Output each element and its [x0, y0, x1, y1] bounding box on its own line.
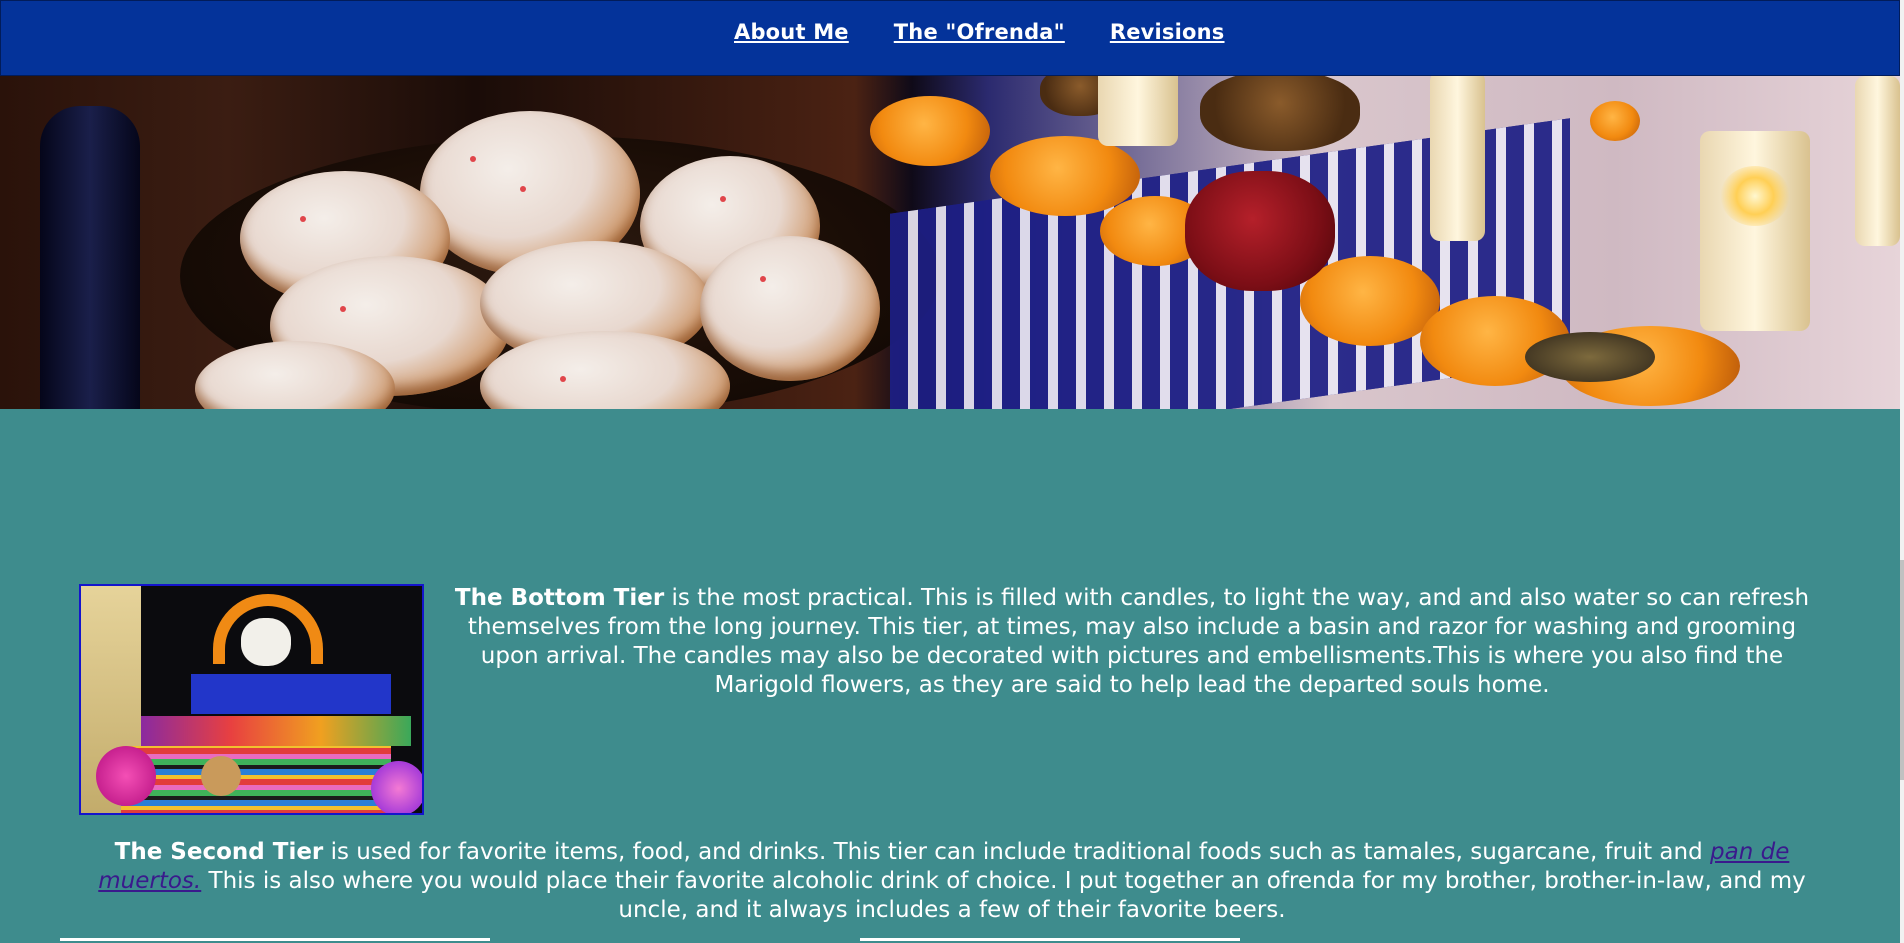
bottle-graphic — [40, 106, 140, 409]
trinket-box-graphic — [1525, 332, 1655, 382]
second-tier-paragraph: The Second Tier is used for favorite ite… — [82, 838, 1822, 925]
bottom-tier-text: is the most practical. This is filled wi… — [467, 585, 1810, 698]
nav-link-revisions[interactable]: Revisions — [1110, 20, 1225, 44]
bottom-strip-segment — [60, 938, 490, 941]
clay-pot-graphic — [1200, 76, 1360, 151]
candle-graphic — [1855, 76, 1900, 246]
bottom-strip-segment — [860, 938, 1240, 941]
photo-serape-cloth — [121, 746, 391, 813]
marigold-graphic — [870, 96, 990, 166]
bread-graphic — [700, 236, 880, 381]
sprinkle-graphic — [520, 186, 526, 192]
nav-links: About Me The "Ofrenda" Revisions — [734, 20, 1225, 44]
candle-flame-graphic — [1720, 166, 1790, 226]
candle-glass-graphic — [1700, 131, 1810, 331]
sprinkle-graphic — [340, 306, 346, 312]
vertical-scrollbar[interactable] — [1900, 0, 1904, 943]
photo-altar-offerings — [141, 716, 411, 746]
scrollbar-thumb[interactable] — [1900, 560, 1904, 780]
bottom-tier-title: The Bottom Tier — [454, 585, 665, 611]
cockscomb-flower-graphic — [1185, 171, 1335, 291]
candle-graphic — [1098, 76, 1178, 146]
second-tier-text-before: is used for favorite items, food, and dr… — [323, 839, 1711, 865]
sprinkle-graphic — [300, 216, 306, 222]
photo-sugar-skull — [241, 618, 291, 666]
top-navbar: About Me The "Ofrenda" Revisions — [0, 0, 1900, 76]
photo-altar-tier — [191, 674, 391, 714]
candle-graphic — [1430, 76, 1485, 241]
bottom-tier-paragraph: The Bottom Tier is the most practical. T… — [440, 584, 1824, 700]
page: About Me The "Ofrenda" Revisions The Bot… — [0, 0, 1900, 943]
photo-guitar — [201, 756, 241, 796]
sprinkle-graphic — [760, 276, 766, 282]
bottom-strip — [0, 938, 1900, 943]
photo-paper-flowers — [371, 761, 422, 813]
sprinkle-graphic — [560, 376, 566, 382]
nav-link-ofrenda[interactable]: The "Ofrenda" — [894, 20, 1065, 44]
second-tier-text-after: This is also where you would place their… — [201, 868, 1806, 923]
altar-photo — [79, 584, 424, 815]
nav-link-about-me[interactable]: About Me — [734, 20, 849, 44]
photo-paper-flowers — [96, 746, 156, 806]
second-tier-title: The Second Tier — [114, 839, 324, 865]
hero-banner-image — [0, 76, 1900, 409]
sprinkle-graphic — [720, 196, 726, 202]
marigold-graphic — [1590, 101, 1640, 141]
sprinkle-graphic — [470, 156, 476, 162]
